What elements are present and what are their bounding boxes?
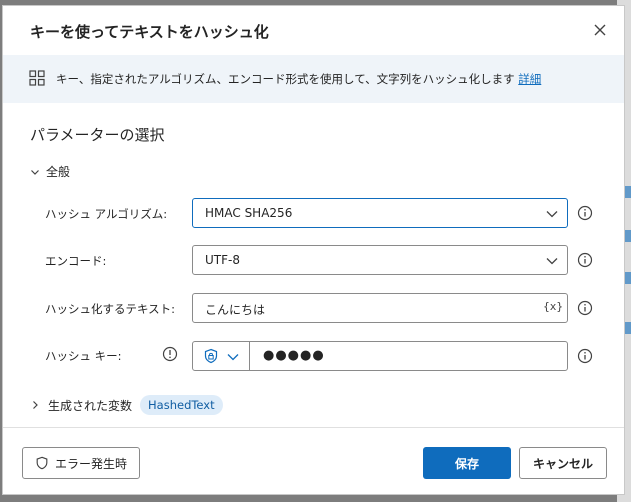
key-label: ハッシュ キー: [45, 349, 122, 363]
on-error-button[interactable]: エラー発生時 [22, 447, 140, 479]
text-label: ハッシュ化するテキスト: [45, 302, 176, 316]
shield-lock-icon [204, 348, 218, 364]
key-masked-value: ●●●●● [263, 348, 325, 363]
description-banner: キー、指定されたアルゴリズム、エンコード形式を使用して、文字列をハッシュ化します… [3, 55, 624, 103]
chevron-right-icon [33, 401, 38, 409]
dialog-title: キーを使ってテキストをハッシュ化 [30, 23, 269, 41]
chevron-down-icon [31, 169, 39, 175]
info-icon[interactable] [577, 300, 593, 316]
encoding-label: エンコード: [45, 254, 107, 268]
variable-picker-button[interactable]: {x} [543, 300, 563, 313]
close-icon [594, 24, 606, 36]
algorithm-value: HMAC SHA256 [205, 206, 293, 220]
hash-text-dialog: キーを使ってテキストをハッシュ化 キー、指定されたアルゴリズム、エンコード形式を… [2, 5, 625, 495]
text-input[interactable]: こんにちは {x} [192, 293, 568, 323]
shield-icon [36, 456, 48, 470]
text-value: こんにちは [205, 303, 266, 317]
variable-chip[interactable]: HashedText [140, 395, 223, 415]
footer-divider [3, 427, 624, 428]
algorithm-dropdown[interactable]: HMAC SHA256 [192, 198, 568, 228]
action-grid-icon [29, 70, 45, 86]
encoding-dropdown[interactable]: UTF-8 [192, 245, 568, 275]
generated-variables-toggle[interactable]: 生成された変数 HashedText [30, 395, 223, 415]
details-link[interactable]: 詳細 [518, 72, 541, 86]
chevron-down-icon [546, 258, 558, 265]
secure-mode-dropdown[interactable] [193, 342, 250, 370]
info-icon[interactable] [577, 205, 593, 221]
generated-variables-label: 生成された変数 [48, 398, 133, 413]
encoding-value: UTF-8 [205, 253, 240, 267]
description-text: キー、指定されたアルゴリズム、エンコード形式を使用して、文字列をハッシュ化します… [56, 72, 542, 86]
cancel-button[interactable]: キャンセル [519, 447, 607, 479]
group-general-toggle[interactable]: 全般 [30, 163, 70, 180]
section-title: パラメーターの選択 [30, 126, 165, 144]
chevron-down-icon [227, 354, 239, 361]
key-secure-input[interactable]: ●●●●● [192, 341, 568, 371]
warning-info-icon[interactable] [162, 346, 178, 362]
close-button[interactable] [590, 20, 610, 40]
group-general-label: 全般 [46, 165, 71, 179]
chevron-down-icon [546, 211, 558, 218]
algorithm-label: ハッシュ アルゴリズム: [45, 207, 168, 221]
info-icon[interactable] [577, 348, 593, 364]
info-icon[interactable] [577, 252, 593, 268]
save-button[interactable]: 保存 [423, 447, 511, 479]
